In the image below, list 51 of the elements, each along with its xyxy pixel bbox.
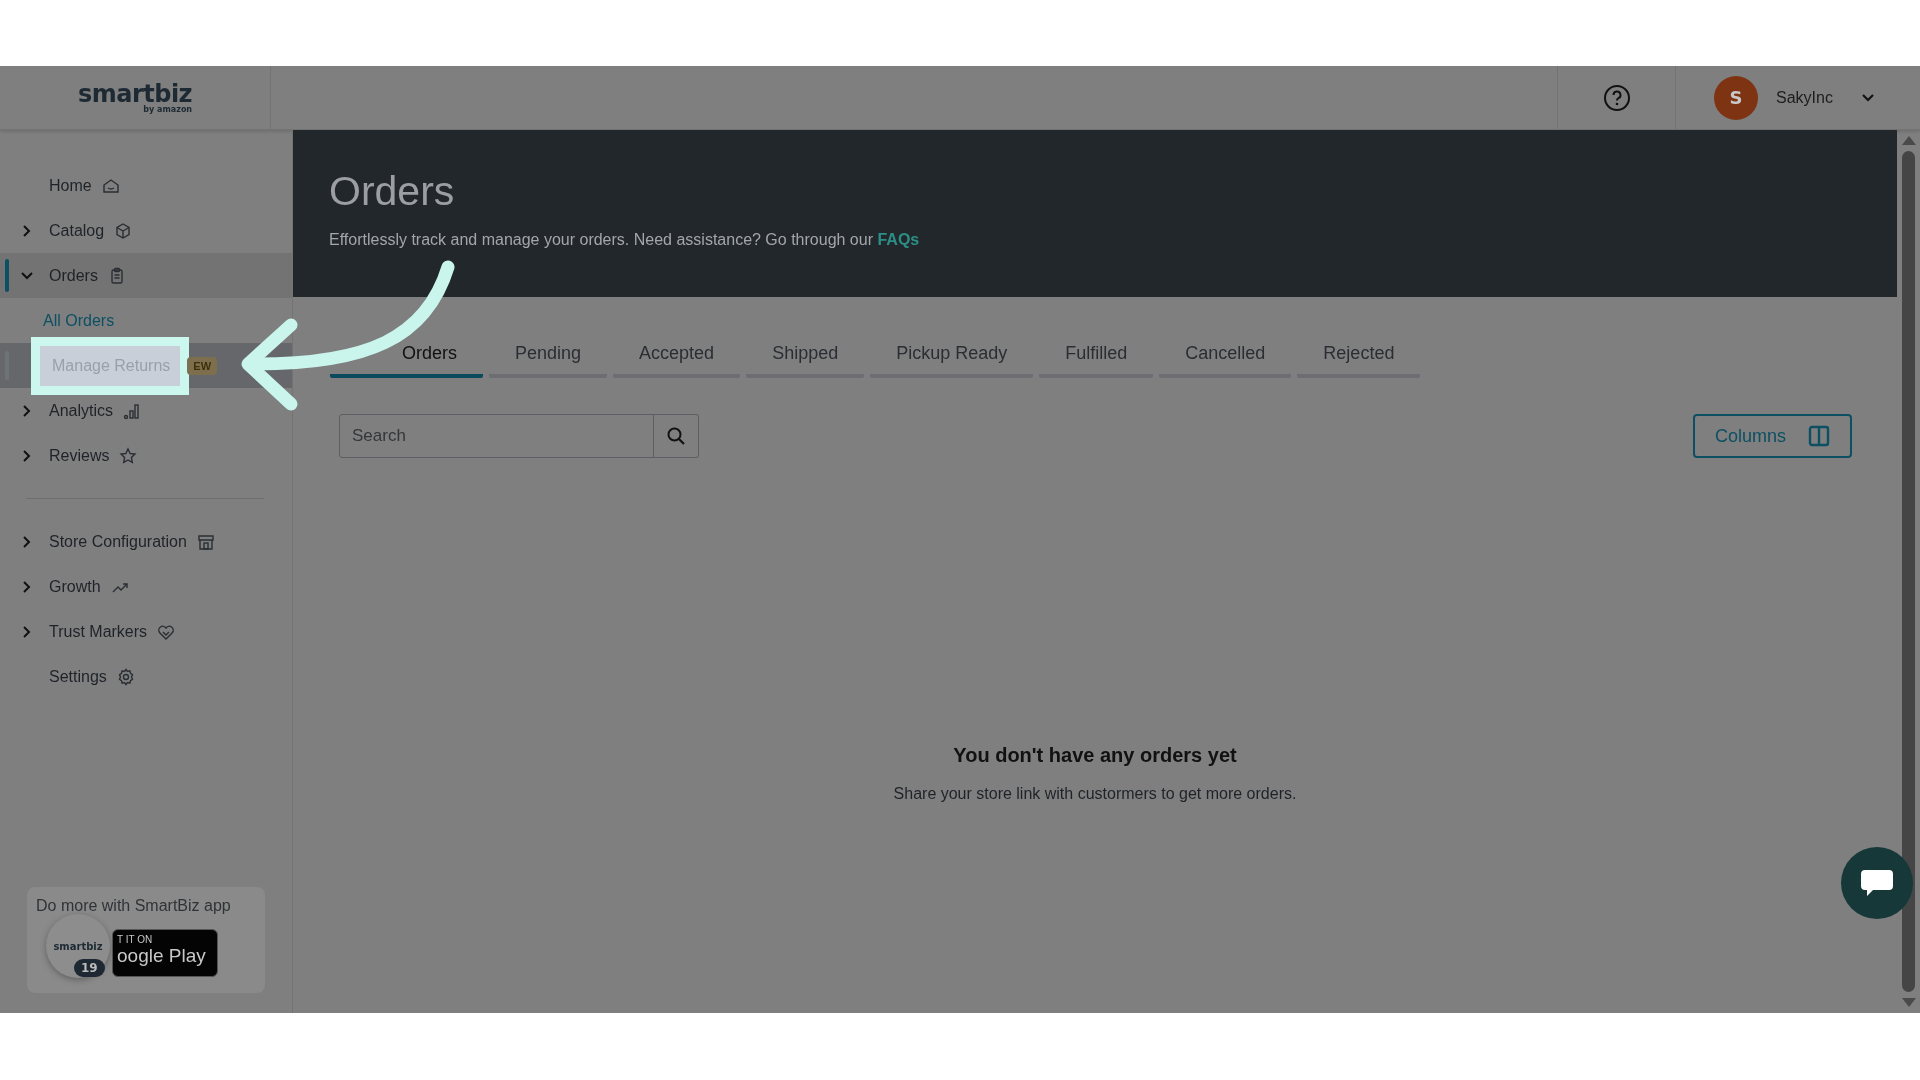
new-badge: EW: [187, 356, 218, 375]
tab[interactable]: Cancelled: [1159, 343, 1292, 378]
cube-icon: [114, 221, 133, 240]
sidebar-item[interactable]: Reviews: [0, 433, 292, 478]
tab[interactable]: Accepted: [613, 343, 741, 378]
sidebar-item[interactable]: Store Configuration: [0, 519, 292, 564]
page-title: Orders: [329, 168, 456, 215]
chevron-right-icon: [22, 404, 31, 417]
chevron-right-icon: [22, 224, 31, 237]
store-icon: [196, 532, 215, 551]
home-icon: [101, 176, 120, 195]
faqs-link[interactable]: FAQs: [877, 231, 920, 248]
empty-state-title: You don't have any orders yet: [953, 744, 1237, 767]
chevron-right-icon: [22, 535, 31, 548]
empty-state-message: Share your store link with custormers to get more orders.: [893, 785, 1297, 803]
tab[interactable]: Pending: [489, 343, 608, 378]
help-icon[interactable]: [1602, 83, 1631, 112]
page-subtitle: Effortlessly track and manage your orders. Need assistance? Go through our FAQs: [329, 231, 921, 249]
chevron-right-icon: [22, 625, 31, 638]
google-play-badge[interactable]: T IT ON oogle Play: [112, 929, 218, 977]
sidebar-item[interactable]: Growth: [0, 564, 292, 609]
chevron-right-icon: [22, 580, 31, 593]
account-name[interactable]: SakyInc: [1776, 88, 1833, 107]
columns-button[interactable]: Columns: [1692, 414, 1852, 458]
sidebar-item[interactable]: Orders: [0, 253, 292, 298]
tab[interactable]: Rejected: [1297, 343, 1421, 378]
chevron-down-icon[interactable]: [1860, 92, 1875, 103]
tab[interactable]: Pickup Ready: [870, 343, 1034, 378]
user-avatar[interactable]: S: [1714, 75, 1758, 120]
smartbiz-logo[interactable]: smartbiz by amazon: [77, 81, 193, 114]
promo-text: Do more with SmartBiz app: [36, 897, 232, 915]
chat-bubble-icon: [1859, 868, 1895, 898]
gear-icon: [116, 667, 135, 686]
columns-icon: [1808, 425, 1830, 447]
tab[interactable]: Fulfilled: [1039, 343, 1154, 378]
star-icon: [119, 446, 138, 465]
chevron-right-icon: [22, 449, 31, 462]
sidebar-item[interactable]: Trust Markers: [0, 609, 292, 654]
sidebar-item[interactable]: Settings: [0, 654, 292, 699]
count-badge: 19: [74, 959, 105, 977]
sidebar-item[interactable]: Home: [0, 163, 292, 208]
tab[interactable]: Orders: [330, 343, 483, 378]
search-field[interactable]: Search: [339, 414, 654, 458]
search-icon: [666, 426, 686, 446]
search-button[interactable]: [654, 414, 699, 458]
sidebar-item[interactable]: Catalog: [0, 208, 292, 253]
sidebar-item[interactable]: Analytics: [0, 388, 292, 433]
chevron-down-icon: [20, 271, 33, 280]
sidebar-subitem[interactable]: All Orders: [40, 311, 118, 330]
bars-icon: [123, 401, 142, 420]
tab[interactable]: Shipped: [746, 343, 865, 378]
